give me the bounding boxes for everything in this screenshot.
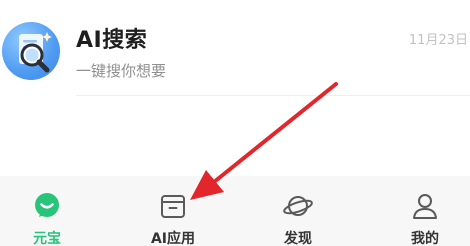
bottom-tab-bar: 元宝 AI应用 发现 我的 xyxy=(0,176,470,246)
tab-label: 发现 xyxy=(284,231,312,246)
chat-preview-text: 一键搜你想要 xyxy=(76,62,167,80)
planet-icon xyxy=(283,196,313,216)
tab-discover[interactable]: 发现 xyxy=(250,176,346,246)
tab-ai-apps[interactable]: AI应用 xyxy=(125,176,221,246)
row-divider xyxy=(76,95,470,96)
magnifier-document-icon xyxy=(19,32,52,73)
chat-title: AI搜索 xyxy=(76,28,148,53)
person-icon xyxy=(413,194,437,219)
tab-label: 元宝 xyxy=(33,231,61,246)
tab-label: 我的 xyxy=(411,231,439,246)
box-icon xyxy=(161,195,185,218)
tab-yuanbao[interactable]: 元宝 xyxy=(0,176,95,246)
chat-timestamp: 11月23日 xyxy=(408,33,468,48)
tab-mine[interactable]: 我的 xyxy=(377,176,470,246)
ai-search-avatar xyxy=(2,22,60,80)
yuanbao-chat-icon xyxy=(35,193,59,217)
chat-list-item-ai-search[interactable]: AI搜索 一键搜你想要 11月23日 xyxy=(0,0,470,176)
tab-label: AI应用 xyxy=(150,231,196,246)
